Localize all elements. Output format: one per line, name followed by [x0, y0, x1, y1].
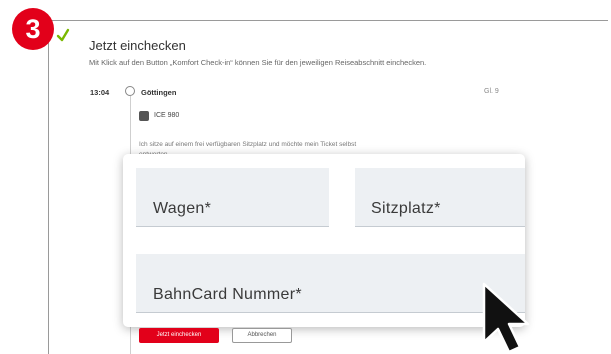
mouse-pointer-icon [482, 282, 530, 354]
bahncard-field[interactable]: BahnCard Nummer* [136, 254, 525, 313]
page-title: Jetzt einchecken [89, 38, 186, 53]
station-name: Göttingen [141, 88, 177, 97]
checkin-button[interactable]: Jetzt einchecken [139, 328, 219, 343]
checkin-form-panel: Wagen* Sitzplatz* BahnCard Nummer* [123, 154, 525, 327]
departure-time: 13:04 [90, 88, 110, 97]
train-icon [139, 111, 149, 121]
page-subtitle: Mit Klick auf den Button „Komfort Check-… [89, 58, 427, 67]
station-marker-icon [125, 86, 135, 96]
train-label: ICE 980 [154, 112, 180, 119]
check-icon [56, 28, 70, 42]
step-badge: 3 [12, 8, 54, 50]
wagen-field-label: Wagen* [153, 200, 212, 217]
cancel-button[interactable]: Abbrechen [232, 328, 292, 343]
platform-label: Gl. 9 [484, 88, 499, 95]
wagen-field[interactable]: Wagen* [136, 168, 329, 227]
sitzplatz-field[interactable]: Sitzplatz* [355, 168, 525, 227]
bahncard-field-label: BahnCard Nummer* [153, 286, 302, 303]
sitzplatz-field-label: Sitzplatz* [371, 200, 441, 217]
